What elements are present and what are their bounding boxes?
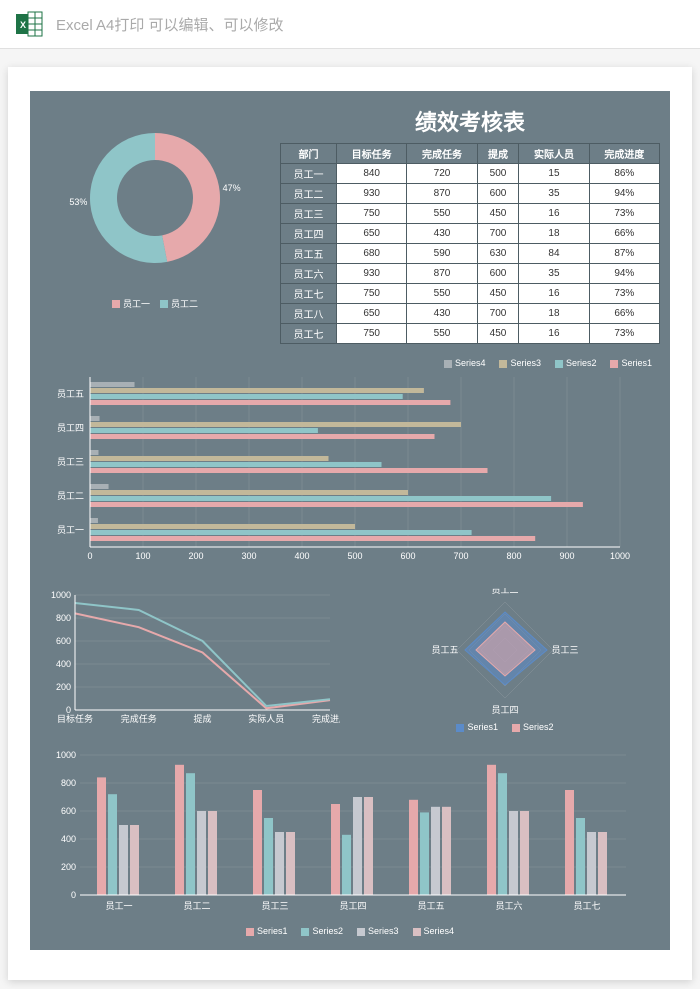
svg-text:员工一: 员工一 <box>105 901 132 911</box>
svg-text:员工三: 员工三 <box>261 901 288 911</box>
svg-text:X: X <box>20 20 26 30</box>
svg-text:400: 400 <box>294 551 309 561</box>
svg-text:500: 500 <box>347 551 362 561</box>
svg-text:员工二: 员工二 <box>57 491 84 501</box>
donut-chart: 47% 53% 员工一 员工二 <box>40 101 270 321</box>
svg-text:200: 200 <box>188 551 203 561</box>
svg-text:200: 200 <box>61 862 76 872</box>
svg-text:员工五: 员工五 <box>417 901 444 911</box>
donut-legend-2: 员工二 <box>171 299 198 309</box>
svg-text:员工六: 员工六 <box>495 900 522 911</box>
svg-text:员工二: 员工二 <box>491 588 518 595</box>
svg-text:员工三: 员工三 <box>551 645 578 655</box>
svg-text:员工四: 员工四 <box>57 423 84 433</box>
svg-text:600: 600 <box>400 551 415 561</box>
svg-text:目标任务: 目标任务 <box>57 713 93 724</box>
svg-text:0: 0 <box>87 551 92 561</box>
topbar: X Excel A4打印 可以编辑、可以修改 <box>0 0 700 49</box>
svg-text:800: 800 <box>61 778 76 788</box>
svg-text:200: 200 <box>56 682 71 692</box>
table-panel: 绩效考核表 部门目标任务完成任务提成实际人员完成进度员工一84072050015… <box>280 101 660 344</box>
svg-text:400: 400 <box>61 834 76 844</box>
page-title: 绩效考核表 <box>280 101 660 143</box>
donut-legend: 员工一 员工二 <box>112 297 198 310</box>
svg-text:员工五: 员工五 <box>57 389 84 399</box>
svg-text:53%: 53% <box>69 197 87 207</box>
svg-text:1000: 1000 <box>56 750 76 760</box>
svg-text:完成任务: 完成任务 <box>121 713 157 724</box>
svg-text:47%: 47% <box>223 182 241 192</box>
svg-text:员工二: 员工二 <box>183 901 210 911</box>
donut-legend-1: 员工一 <box>123 299 150 309</box>
svg-text:900: 900 <box>559 551 574 561</box>
svg-text:员工四: 员工四 <box>339 901 366 911</box>
page: 47% 53% 员工一 员工二 绩效考核表 部门目标任务完成任务提成实际人员完成进… <box>8 67 692 980</box>
topbar-text: Excel A4打印 可以编辑、可以修改 <box>56 14 284 35</box>
radar-chart: 员工二员工三员工四 员工五 Series1Series2 <box>350 587 660 737</box>
svg-text:600: 600 <box>56 636 71 646</box>
svg-text:0: 0 <box>71 890 76 900</box>
line-chart: 02004006008001000目标任务完成任务提成实际人员完成进度 <box>40 587 340 737</box>
svg-text:300: 300 <box>241 551 256 561</box>
svg-text:提成: 提成 <box>193 713 211 724</box>
svg-text:1000: 1000 <box>610 551 630 561</box>
dashboard-panel: 47% 53% 员工一 员工二 绩效考核表 部门目标任务完成任务提成实际人员完成进… <box>30 91 670 950</box>
svg-text:员工四: 员工四 <box>491 705 518 715</box>
svg-text:400: 400 <box>56 659 71 669</box>
svg-text:800: 800 <box>56 613 71 623</box>
svg-text:1000: 1000 <box>51 590 71 600</box>
svg-text:完成进度: 完成进度 <box>312 713 340 724</box>
svg-text:员工三: 员工三 <box>57 457 84 467</box>
data-table: 部门目标任务完成任务提成实际人员完成进度员工一8407205001586%员工二… <box>280 143 660 344</box>
svg-text:实际人员: 实际人员 <box>248 713 284 724</box>
svg-text:员工一: 员工一 <box>57 525 84 535</box>
svg-text:员工七: 员工七 <box>573 901 600 911</box>
svg-text:600: 600 <box>61 806 76 816</box>
vbar-legend: Series1Series2Series3Series4 <box>40 922 660 940</box>
svg-text:员工五: 员工五 <box>431 645 458 655</box>
svg-text:100: 100 <box>135 551 150 561</box>
hbar-legend: Series4Series3Series2Series1 <box>40 354 660 372</box>
radar-legend: Series1Series2 <box>448 718 561 736</box>
svg-text:700: 700 <box>453 551 468 561</box>
hbar-chart: Series4Series3Series2Series1 0 100 200 300 4… <box>40 354 660 577</box>
excel-icon: X <box>16 10 44 38</box>
svg-text:800: 800 <box>506 551 521 561</box>
vbar-chart: 0 200 400 600 800 1000 员工一 员工二 员工三 员工四 员工五 员工六 员工七 S… <box>40 747 660 940</box>
